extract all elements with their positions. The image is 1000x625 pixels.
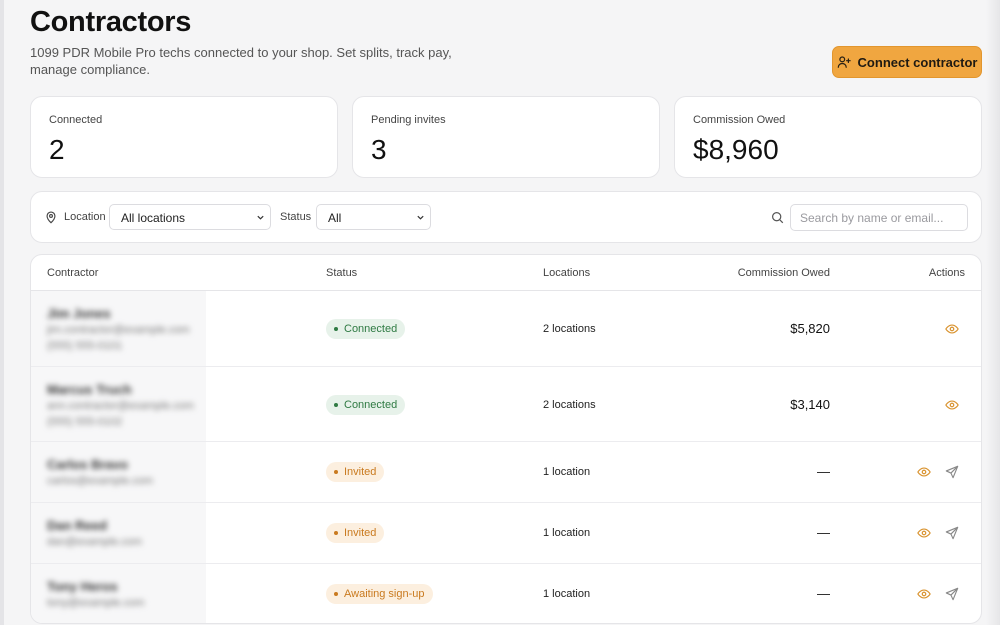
stats-row: Connected 2 Pending invites 3 Commission… xyxy=(30,96,982,178)
column-header-commission-owed[interactable]: Commission Owed xyxy=(738,267,830,279)
stat-card-commission-owed: Commission Owed $8,960 xyxy=(674,96,982,178)
table-row[interactable]: Carlos Bravo carlos@example.com Invited … xyxy=(31,442,981,503)
eye-icon[interactable] xyxy=(945,322,959,336)
column-header-status[interactable]: Status xyxy=(326,267,357,279)
commission-owed: $5,820 xyxy=(790,321,830,336)
status-select[interactable]: All xyxy=(316,204,431,230)
locations-count: 1 location xyxy=(543,466,591,478)
contractor-name: Carlos Bravo xyxy=(47,457,128,472)
table-row[interactable]: Marcus Truch ann.contractor@example.com … xyxy=(31,367,981,442)
eye-icon[interactable] xyxy=(917,465,931,479)
chevron-down-icon xyxy=(257,215,264,220)
connect-contractor-button[interactable]: Connect contractor xyxy=(832,46,982,78)
table-row[interactable]: Dan Reed dan@example.com Invited 1 locat… xyxy=(31,503,981,564)
stat-value: 2 xyxy=(49,134,65,165)
commission-owed: $3,140 xyxy=(790,397,830,412)
location-select[interactable]: All locations xyxy=(109,204,271,230)
locations-count: 2 locations xyxy=(543,399,596,411)
contractor-cell: Tony Heros tony@example.com xyxy=(31,564,206,623)
commission-owed: — xyxy=(817,525,830,540)
connect-contractor-label: Connect contractor xyxy=(857,54,978,70)
contractor-cell: Dan Reed dan@example.com xyxy=(31,503,206,563)
commission-owed: — xyxy=(817,464,830,479)
eye-icon[interactable] xyxy=(917,587,931,601)
locations-count: 2 locations xyxy=(543,323,596,335)
filter-bar: Location All locations Status All xyxy=(30,191,982,243)
contractor-email: jim.contractor@example.com xyxy=(47,324,190,336)
window-edge-right xyxy=(986,0,1000,625)
locations-count: 1 location xyxy=(543,588,591,600)
locations-count: 1 location xyxy=(543,527,591,539)
column-header-locations[interactable]: Locations xyxy=(543,267,590,279)
contractor-name: Dan Reed xyxy=(47,518,107,533)
eye-icon[interactable] xyxy=(917,526,931,540)
stat-value: 3 xyxy=(371,134,387,165)
column-header-actions: Actions xyxy=(928,267,965,279)
send-icon[interactable] xyxy=(945,526,959,540)
contractor-cell: Jim Jones jim.contractor@example.com (55… xyxy=(31,291,206,366)
contractor-email: dan@example.com xyxy=(47,536,142,548)
search-icon xyxy=(772,212,784,224)
stat-card-pending-invites: Pending invites 3 xyxy=(352,96,660,178)
contractor-name: Tony Heros xyxy=(47,579,118,594)
contractor-email: tony@example.com xyxy=(47,597,145,609)
commission-owed: — xyxy=(817,586,830,601)
status-badge: Connected xyxy=(326,395,406,415)
search-input[interactable] xyxy=(790,204,968,231)
contractor-email: carlos@example.com xyxy=(47,475,153,487)
send-icon[interactable] xyxy=(945,587,959,601)
eye-icon[interactable] xyxy=(945,398,959,412)
column-header-contractor[interactable]: Contractor xyxy=(47,267,98,279)
contractor-name: Marcus Truch xyxy=(47,382,132,397)
stat-card-connected: Connected 2 xyxy=(30,96,338,178)
contractor-phone: (555) 555-0101 xyxy=(47,340,123,352)
contractor-phone: (555) 555-0102 xyxy=(47,416,123,428)
stat-label: Pending invites xyxy=(371,114,446,126)
status-badge: Awaiting sign-up xyxy=(326,584,433,604)
contractor-cell: Carlos Bravo carlos@example.com xyxy=(31,442,206,502)
page-title: Contractors xyxy=(30,6,192,38)
contractor-email: ann.contractor@example.com xyxy=(47,400,194,412)
table-header: Contractor Status Locations Commission O… xyxy=(31,255,981,291)
location-filter-label: Location xyxy=(64,211,106,223)
table-row[interactable]: Jim Jones jim.contractor@example.com (55… xyxy=(31,291,981,367)
contractor-cell: Marcus Truch ann.contractor@example.com … xyxy=(31,367,206,441)
status-badge: Invited xyxy=(326,523,385,543)
stat-value: $8,960 xyxy=(693,134,779,165)
contractors-page: Contractors 1099 PDR Mobile Pro techs co… xyxy=(30,0,982,624)
stat-label: Commission Owed xyxy=(693,114,786,126)
user-plus-icon xyxy=(837,56,851,68)
stat-label: Connected xyxy=(49,114,103,126)
send-icon[interactable] xyxy=(945,465,959,479)
page-subtitle: 1099 PDR Mobile Pro techs connected to y… xyxy=(30,45,452,77)
status-filter-label: Status xyxy=(280,211,312,223)
table-row[interactable]: Tony Heros tony@example.com Awaiting sig… xyxy=(31,564,981,623)
contractors-table: Contractor Status Locations Commission O… xyxy=(30,254,982,624)
window-edge-left xyxy=(0,0,4,625)
page-header: Contractors 1099 PDR Mobile Pro techs co… xyxy=(30,0,982,96)
status-badge: Connected xyxy=(326,319,406,339)
status-badge: Invited xyxy=(326,462,385,482)
chevron-down-icon xyxy=(417,215,424,220)
status-select-value: All xyxy=(328,211,342,225)
contractor-name: Jim Jones xyxy=(47,306,111,321)
location-select-value: All locations xyxy=(121,211,186,225)
map-pin-icon xyxy=(46,211,56,224)
